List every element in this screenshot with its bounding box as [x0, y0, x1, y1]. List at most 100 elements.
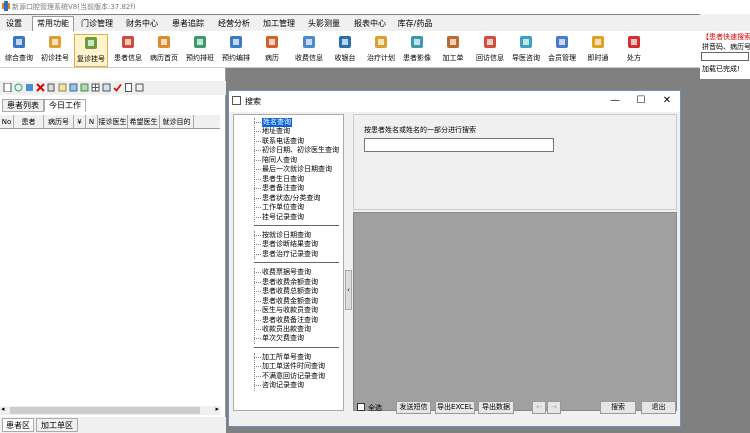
tree-node[interactable]: 最后一次就诊日期查询	[262, 165, 332, 174]
search-input[interactable]	[364, 138, 554, 152]
tree-node[interactable]: 联系电话查询	[262, 137, 304, 146]
toolbar-button-14[interactable]: 导医咨询	[509, 34, 543, 67]
tree-node[interactable]: 咨询记录查询	[262, 381, 304, 390]
tab-patient-area[interactable]: 患者区	[2, 418, 34, 432]
tree-node[interactable]: 患者备注查询	[262, 184, 304, 193]
export-icon[interactable]	[80, 83, 89, 92]
toolbar-button-4[interactable]: 病历首页	[147, 34, 181, 67]
tree-node[interactable]: 收款员出款查询	[262, 325, 311, 334]
tab-process-order-area[interactable]: 加工单区	[36, 418, 78, 432]
tree-node[interactable]: 地址查询	[262, 127, 290, 136]
toolbar-button-2[interactable]: 复诊挂号	[74, 34, 108, 67]
menu-item-3[interactable]: 财务中心	[122, 17, 162, 30]
tree-node[interactable]: 患者诊断结果查询	[262, 240, 318, 249]
schedule-icon	[194, 36, 206, 48]
toolbar-button-6[interactable]: 预约编排	[219, 34, 253, 67]
menu-item-9[interactable]: 库存/药品	[395, 17, 435, 30]
tree-node[interactable]: 患者收费备注查询	[262, 316, 318, 325]
menu-item-0[interactable]: 设置	[2, 17, 26, 30]
tree-separator	[254, 262, 339, 263]
scroll-left-icon[interactable]: ◂	[1, 405, 5, 413]
grid-column-header[interactable]: ¥	[74, 115, 86, 129]
delete-icon[interactable]	[36, 83, 45, 92]
toolbar-button-3[interactable]: 患者信息	[111, 34, 145, 67]
panel-splitter[interactable]: ‹	[345, 270, 352, 310]
menu-item-5[interactable]: 经营分析	[214, 17, 254, 30]
toolbar-button-17[interactable]: 处方	[617, 34, 651, 67]
prev-page-button[interactable]: ←	[532, 401, 546, 414]
next-page-button[interactable]: →	[547, 401, 561, 414]
toolbar-button-7[interactable]: 病历	[255, 34, 289, 67]
toolbar-button-9[interactable]: 收银台	[328, 34, 362, 67]
note-icon[interactable]	[135, 83, 144, 92]
export-data-button[interactable]: 导出数据	[478, 401, 514, 414]
tree-node[interactable]: 单次欠费查询	[262, 334, 304, 343]
toolbar-button-1[interactable]: 初诊挂号	[38, 34, 72, 67]
select-all-checkbox[interactable]	[357, 403, 365, 411]
toolbar-button-12[interactable]: 加工单	[436, 34, 470, 67]
tab-patient-list[interactable]: 患者列表	[2, 99, 44, 112]
grid-icon[interactable]	[91, 83, 100, 92]
minimize-button[interactable]: —	[608, 94, 622, 107]
tree-node[interactable]: 患者治疗记录查询	[262, 250, 318, 259]
tree-node[interactable]: 挂号记录查询	[262, 213, 304, 222]
tree-node[interactable]: 加工单送件时间查询	[262, 362, 325, 371]
grid-column-header[interactable]: 接诊医生	[98, 115, 128, 129]
exit-button[interactable]: 退出	[641, 401, 676, 414]
grid-column-header[interactable]: 希望医生	[128, 115, 160, 129]
toolbar-button-11[interactable]: 患者影像	[400, 34, 434, 67]
tree-node[interactable]: 患者收费金额查询	[262, 297, 318, 306]
toolbar-button-8[interactable]: 收费信息	[292, 34, 326, 67]
collapse-arrow-icon[interactable]: ‹	[347, 286, 350, 294]
grid-column-header[interactable]: 患者	[14, 115, 44, 129]
menu-item-1[interactable]: 常用功能	[32, 16, 74, 31]
toolbar-button-15[interactable]: 会员管理	[545, 34, 579, 67]
toolbar-button-5[interactable]: 预约排班	[183, 34, 217, 67]
tree-node[interactable]: 医生与收款员查询	[262, 306, 318, 315]
export-excel-button[interactable]: 导出EXCEL	[435, 401, 475, 414]
new-icon[interactable]	[3, 83, 12, 92]
grid-column-header[interactable]: No	[0, 115, 14, 129]
grid-column-header[interactable]: 就诊目的	[160, 115, 194, 129]
tree-node[interactable]: 工作单位查询	[262, 203, 304, 212]
filter-icon[interactable]	[102, 83, 111, 92]
tab-today-work[interactable]: 今日工作	[44, 99, 86, 112]
search-button[interactable]: 搜索	[600, 401, 636, 414]
menu-item-6[interactable]: 加工管理	[259, 17, 299, 30]
toolbar-button-13[interactable]: 回访信息	[473, 34, 507, 67]
horizontal-scrollbar[interactable]: ◂ ▸	[0, 405, 220, 415]
tree-node[interactable]: 姓名查询	[262, 118, 292, 127]
scroll-right-icon[interactable]: ▸	[215, 405, 219, 413]
copy-icon[interactable]	[47, 83, 56, 92]
toolbar-button-10[interactable]: 治疗计划	[364, 34, 398, 67]
scrollbar-thumb[interactable]	[10, 407, 200, 414]
document-icon[interactable]	[124, 83, 133, 92]
checkmark-icon[interactable]	[113, 83, 122, 92]
tree-node[interactable]: 按就诊日期查询	[262, 231, 311, 240]
import-icon[interactable]	[69, 83, 78, 92]
maximize-button[interactable]: ☐	[634, 94, 648, 107]
menu-item-2[interactable]: 门诊管理	[79, 17, 115, 30]
tree-node[interactable]: 患者收费余额查询	[262, 278, 318, 287]
tree-node[interactable]: 患者状态/分类查询	[262, 194, 320, 203]
menu-item-4[interactable]: 患者追踪	[168, 17, 208, 30]
grid-column-header[interactable]: 病历号	[44, 115, 74, 129]
list-icon[interactable]	[58, 83, 67, 92]
tree-node[interactable]: 加工所单号查询	[262, 353, 311, 362]
edit-icon[interactable]	[25, 83, 34, 92]
menu-item-8[interactable]: 报表中心	[350, 17, 390, 30]
tree-node[interactable]: 患者生日查询	[262, 175, 304, 184]
tree-node[interactable]: 陪同人查询	[262, 156, 297, 165]
quick-search-input[interactable]	[701, 52, 749, 61]
send-sms-button[interactable]: 发送短信	[396, 401, 431, 414]
tree-node[interactable]: 患者收费总额查询	[262, 287, 318, 296]
toolbar-button-0[interactable]: 综合查询	[2, 34, 36, 67]
grid-column-header[interactable]: N	[86, 115, 98, 129]
close-button[interactable]: ✕	[660, 94, 674, 107]
refresh-icon[interactable]	[14, 83, 23, 92]
tree-node[interactable]: 不满意回访记录查询	[262, 372, 325, 381]
tree-node[interactable]: 初诊日期、初诊医生查询	[262, 146, 339, 155]
toolbar-button-16[interactable]: 即时通	[581, 34, 615, 67]
menu-item-7[interactable]: 头影测量	[304, 17, 344, 30]
tree-node[interactable]: 收费票据号查询	[262, 268, 311, 277]
